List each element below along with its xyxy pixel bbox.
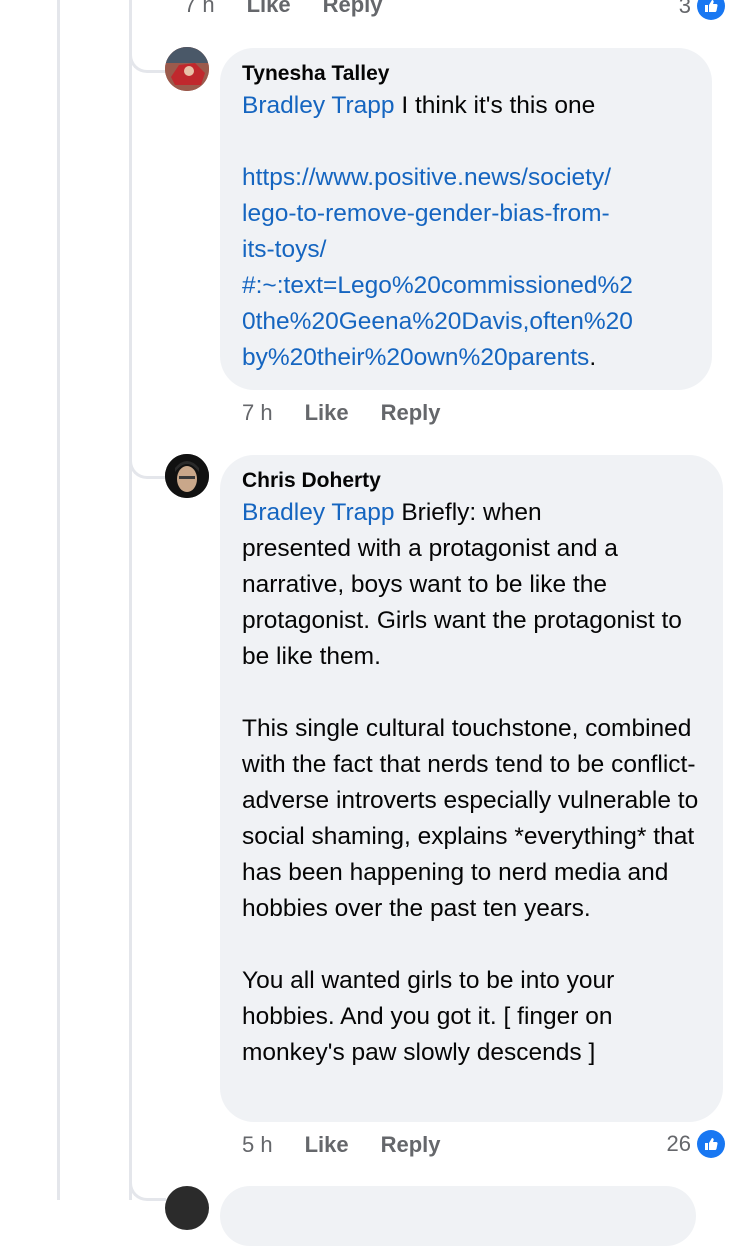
avatar[interactable] <box>165 454 209 498</box>
comment-time[interactable]: 7 h <box>242 400 273 426</box>
comment-author[interactable]: Chris Doherty <box>242 469 701 493</box>
url-line[interactable]: https://www.positive.news/society/ <box>242 160 690 196</box>
thread-line-inner <box>129 0 132 1200</box>
url-line[interactable]: 0the%20Geena%20Davis,often%20 <box>242 304 690 340</box>
like-button[interactable]: Like <box>305 400 349 426</box>
like-button[interactable]: Like <box>247 0 291 18</box>
url-line[interactable]: its-toys/ <box>242 232 690 268</box>
like-button[interactable]: Like <box>305 1132 349 1158</box>
comment-text: Bradley Trapp I think it's this one http… <box>242 88 690 376</box>
url-line[interactable]: lego-to-remove-gender-bias-from- <box>242 196 690 232</box>
avatar[interactable] <box>165 47 209 91</box>
thread-branch <box>129 36 166 73</box>
comment-bubble: Tynesha Talley Bradley Trapp I think it'… <box>220 48 712 390</box>
url-suffix: . <box>589 344 597 371</box>
comment-text-part: I think it's this one <box>394 92 596 119</box>
comment-actions: 7 h Like Reply <box>242 400 473 426</box>
reaction-summary[interactable]: 26 <box>667 1130 725 1158</box>
comment-paragraph: presented with a protagonist and a narra… <box>242 535 682 670</box>
comment-time[interactable]: 7 h <box>184 0 215 18</box>
mention-link[interactable]: Bradley Trapp <box>242 499 395 526</box>
thread-branch <box>129 1164 166 1201</box>
avatar[interactable] <box>165 1186 209 1230</box>
reaction-count: 26 <box>666 1131 691 1156</box>
thumbs-up-icon <box>697 1130 725 1158</box>
comment-actions: 7 h Like Reply <box>184 0 415 18</box>
reaction-summary[interactable]: 3 <box>679 0 725 20</box>
comment-paragraph: You all wanted girls to be into your hob… <box>242 967 615 1066</box>
mention-link[interactable]: Bradley Trapp <box>242 92 395 119</box>
url-line[interactable]: by%20their%20own%20parents <box>242 344 589 371</box>
reply-button[interactable]: Reply <box>323 0 383 18</box>
url-line[interactable]: #:~:text=Lego%20commissioned%2 <box>242 268 690 304</box>
comment-text: Bradley Trapp Briefly: when presented wi… <box>242 495 701 1071</box>
thread-line-outer <box>57 0 60 1200</box>
thread-branch <box>129 442 166 479</box>
thumbs-up-icon <box>697 0 725 20</box>
comment-bubble: Chris Doherty Bradley Trapp Briefly: whe… <box>220 455 723 1122</box>
comment-bubble <box>220 1186 696 1246</box>
reply-button[interactable]: Reply <box>381 1132 441 1158</box>
comment-text-part: Briefly: when <box>394 499 542 526</box>
reply-button[interactable]: Reply <box>381 400 441 426</box>
reaction-count: 3 <box>678 0 691 18</box>
comment-author[interactable]: Tynesha Talley <box>242 62 690 86</box>
comment-time[interactable]: 5 h <box>242 1132 273 1158</box>
comment-paragraph: This single cultural touchstone, combine… <box>242 715 699 922</box>
comment-actions: 5 h Like Reply <box>242 1132 473 1158</box>
